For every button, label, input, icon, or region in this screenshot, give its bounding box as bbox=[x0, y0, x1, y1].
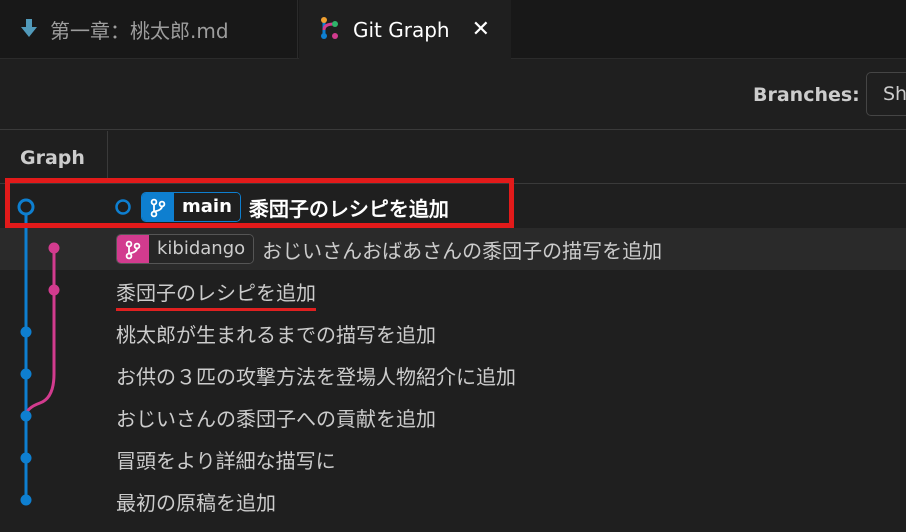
tab-git-graph[interactable]: Git Graph ✕ bbox=[299, 0, 511, 59]
tab-label: 第一章：桃太郎.md bbox=[50, 19, 229, 43]
markdown-arrow-icon bbox=[20, 18, 38, 42]
head-marker-icon bbox=[115, 199, 131, 215]
commit-message: おじいさんの黍団子への貢献を追加 bbox=[116, 406, 436, 431]
branch-label-main[interactable]: main bbox=[141, 192, 241, 222]
commit-node[interactable] bbox=[20, 410, 32, 422]
branch-name: kibidango bbox=[149, 235, 254, 263]
branch-icon bbox=[117, 235, 149, 263]
commit-table-header: Graph bbox=[0, 131, 906, 184]
commit-row[interactable]: 冒頭をより詳細な描写に bbox=[0, 438, 906, 480]
graph-header-label: Graph bbox=[20, 147, 85, 169]
commit-node[interactable] bbox=[20, 494, 32, 506]
commit-node[interactable] bbox=[48, 242, 60, 254]
commit-message: おじいさんおばあさんの黍団子の描写を追加 bbox=[262, 238, 663, 263]
commit-message: 黍団子のレシピを追加 bbox=[248, 196, 449, 221]
branches-dropdown[interactable]: Show All bbox=[866, 72, 906, 116]
commit-message: お供の３匹の攻撃方法を登場人物紹介に追加 bbox=[116, 364, 516, 389]
branch-icon bbox=[142, 193, 174, 221]
tab-markdown-file[interactable]: 第一章：桃太郎.md bbox=[0, 0, 298, 59]
commit-row[interactable]: kibidango おじいさんおばあさんの黍団子の描写を追加 bbox=[0, 228, 906, 270]
commit-row[interactable]: 黍団子のレシピを追加 bbox=[0, 270, 906, 312]
branch-name: main bbox=[174, 193, 240, 221]
commit-row[interactable]: main 黍団子のレシピを追加 bbox=[0, 186, 906, 228]
commit-node-head[interactable] bbox=[17, 198, 35, 216]
branches-label: Branches: bbox=[753, 84, 860, 106]
git-graph-toolbar: Branches: Show All bbox=[0, 59, 906, 130]
close-icon[interactable]: ✕ bbox=[472, 17, 490, 42]
commit-message: 桃太郎が生まれるまでの描写を追加 bbox=[116, 322, 436, 347]
commit-graph bbox=[17, 198, 60, 506]
commit-message: 黍団子のレシピを追加 bbox=[116, 280, 316, 305]
commit-node[interactable] bbox=[20, 368, 32, 380]
commit-message: 冒頭をより詳細な描写に bbox=[116, 448, 336, 473]
commit-message: 最初の原稿を追加 bbox=[116, 490, 276, 515]
graph-column-header: Graph bbox=[0, 131, 108, 184]
commit-row[interactable]: お供の３匹の攻撃方法を登場人物紹介に追加 bbox=[0, 354, 906, 396]
commit-node[interactable] bbox=[20, 326, 32, 338]
branch-label-kibidango[interactable]: kibidango bbox=[116, 234, 255, 264]
commit-row[interactable]: 最初の原稿を追加 bbox=[0, 480, 906, 522]
editor-tab-bar: 第一章：桃太郎.md Git Graph ✕ bbox=[0, 0, 906, 59]
tab-label: Git Graph bbox=[353, 17, 450, 42]
commit-node[interactable] bbox=[48, 284, 60, 296]
git-graph-icon bbox=[319, 16, 341, 44]
commit-row[interactable]: おじいさんの黍団子への貢献を追加 bbox=[0, 396, 906, 438]
commit-row[interactable]: 桃太郎が生まれるまでの描写を追加 bbox=[0, 312, 906, 354]
commit-node[interactable] bbox=[20, 452, 32, 464]
